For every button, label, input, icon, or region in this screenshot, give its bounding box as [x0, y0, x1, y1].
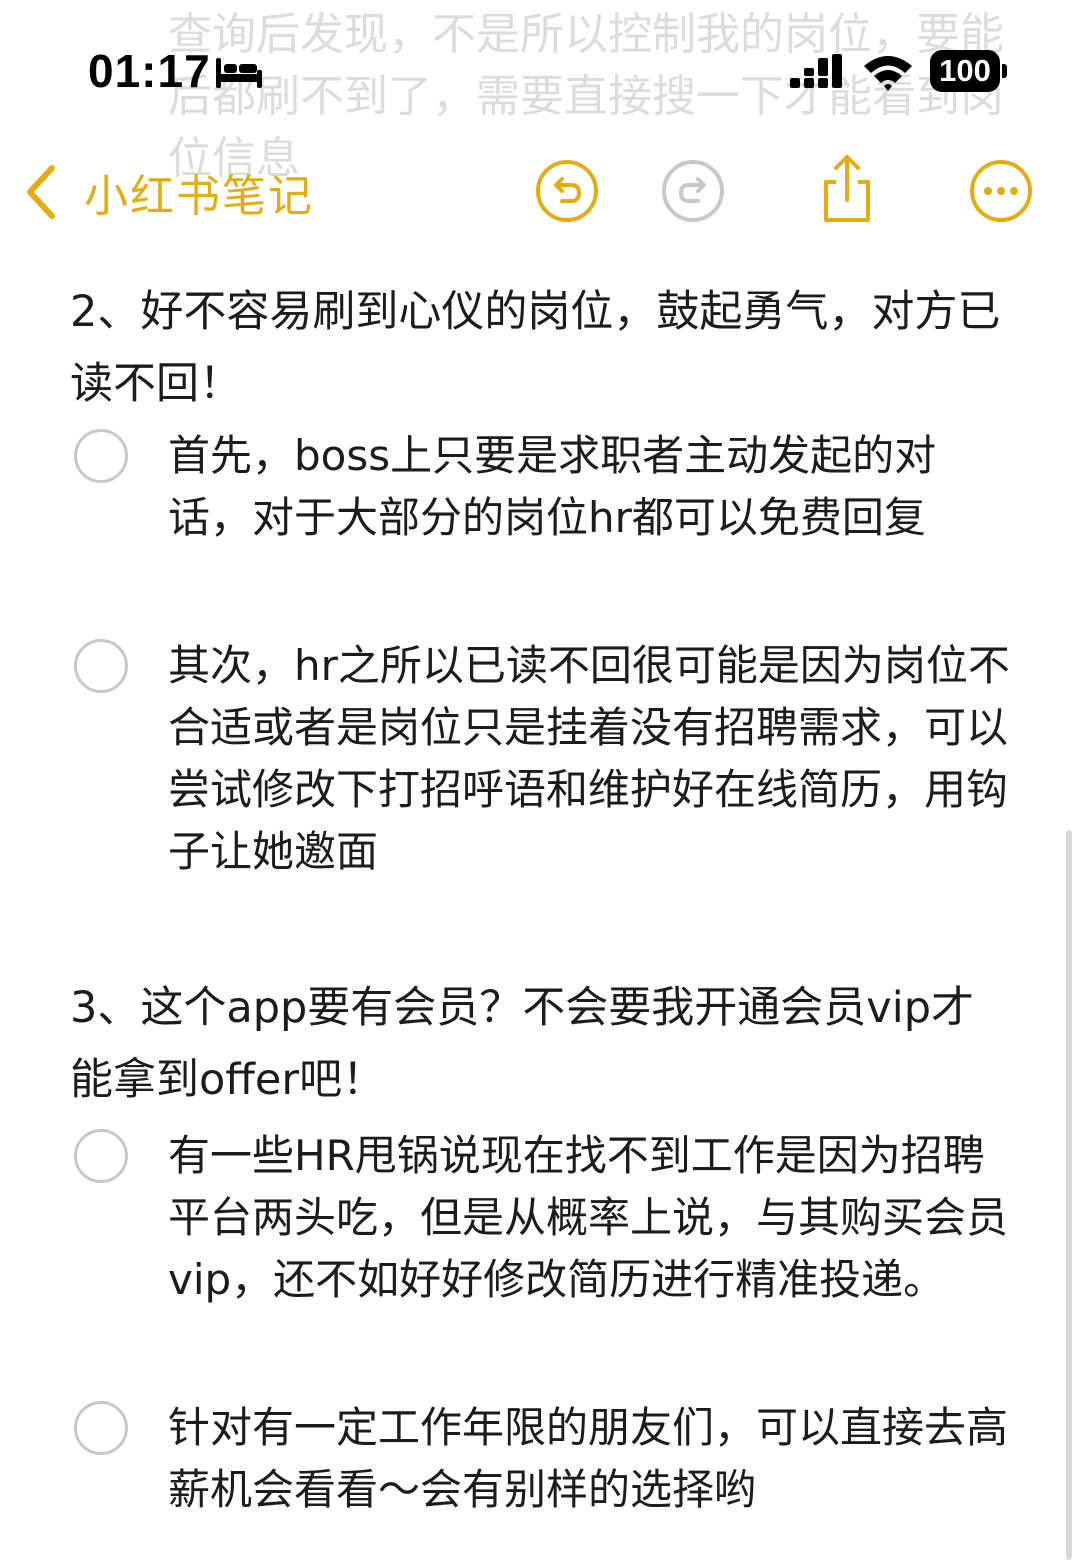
battery-indicator: 100: [930, 50, 1000, 92]
scrollbar[interactable]: [1066, 830, 1072, 1560]
checkbox-circle[interactable]: [74, 1129, 128, 1183]
section-heading: 3、这个app要有会员？不会要我开通会员vip才能拿到offer吧！: [70, 983, 974, 1105]
chevron-left-icon: [27, 165, 55, 219]
back-button[interactable]: 小红书笔记: [22, 150, 314, 234]
status-bar: 01:17 100: [0, 40, 1080, 110]
back-label: 小红书笔记: [84, 171, 314, 222]
checklist-item-text: 其次，hr之所以已读不回很可能是因为岗位不合适或者是岗位只是挂着没有招聘需求，可…: [168, 641, 1010, 876]
checkbox-circle[interactable]: [74, 1401, 128, 1455]
redo-icon[interactable]: [660, 158, 726, 224]
checklist-item-text: 针对有一定工作年限的朋友们，可以直接去高薪机会看看～会有别样的选择哟: [168, 1403, 1009, 1514]
checkbox-circle[interactable]: [74, 639, 128, 693]
undo-icon[interactable]: [534, 158, 600, 224]
checklist-item-text: 有一些HR甩锅说现在找不到工作是因为招聘平台两头吃，但是从概率上说，与其购买会员…: [168, 1131, 1009, 1304]
section-heading: 2、好不容易刷到心仪的岗位，鼓起勇气，对方已读不回！: [70, 287, 1001, 409]
share-icon[interactable]: [814, 154, 880, 224]
nav-bar: 小红书笔记: [0, 150, 1080, 234]
sleep-focus-icon: [216, 58, 262, 88]
more-options-icon[interactable]: [968, 158, 1034, 224]
checkbox-circle[interactable]: [74, 429, 128, 483]
wifi-icon: [864, 56, 912, 91]
cellular-signal-icon: [790, 54, 842, 88]
checklist-item-text: 首先，boss上只要是求职者主动发起的对话，对于大部分的岗位hr都可以免费回复: [168, 431, 937, 542]
battery-tip: [1002, 64, 1007, 78]
status-time: 01:17: [88, 45, 211, 97]
